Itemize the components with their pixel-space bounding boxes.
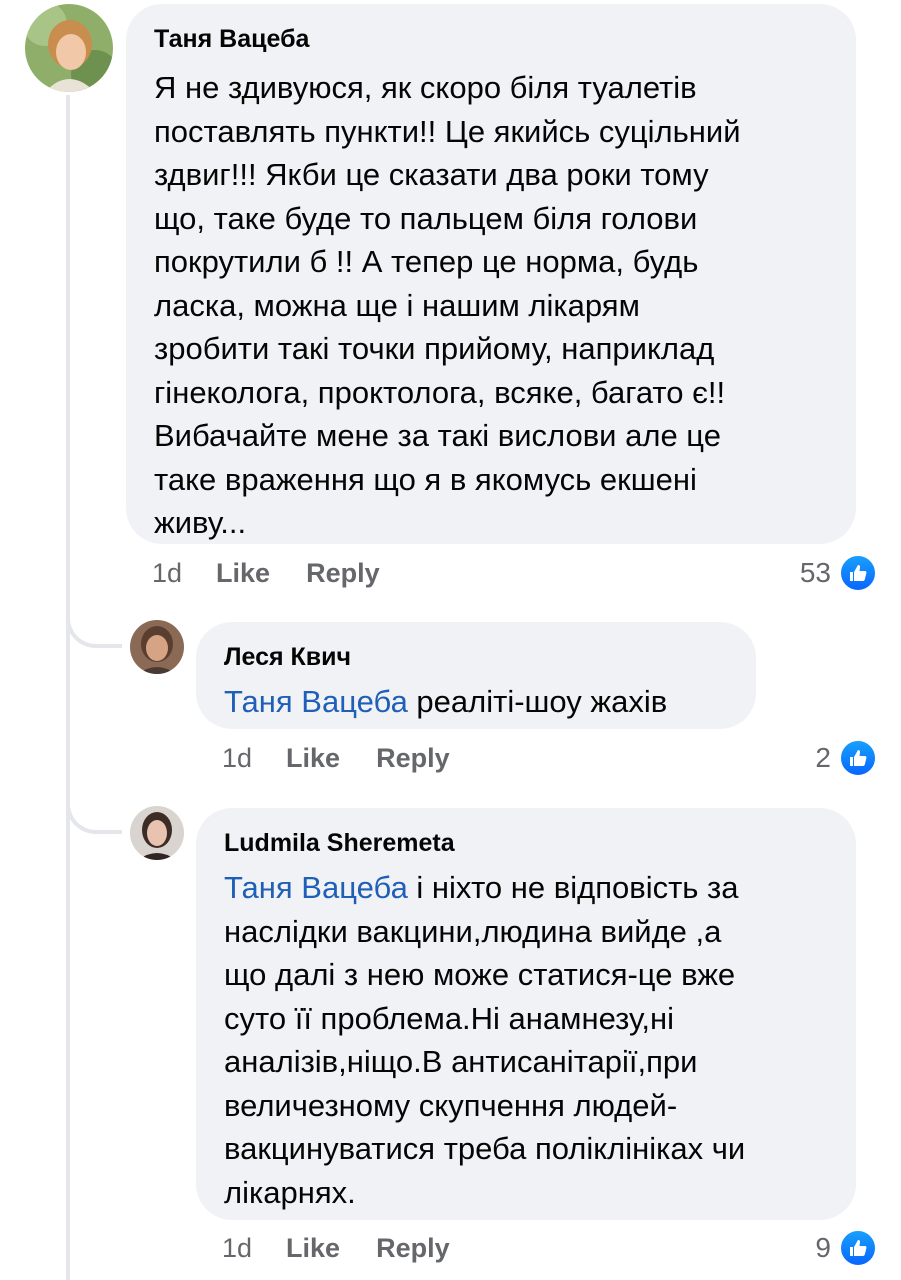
comment-actions: 1d Like Reply [152, 553, 416, 593]
comment-bubble: Леся Квич Таня Вацеба реаліті-шоу жахів [196, 622, 756, 729]
comment-line: ласка, можна ще і нашим лікарям [154, 287, 640, 323]
like-button[interactable]: Like [216, 558, 270, 589]
comment-line: поставлять пункти!! Це якийсь суцільний [154, 113, 741, 149]
reply-button[interactable]: Reply [376, 1233, 450, 1264]
comment-time[interactable]: 1d [222, 1233, 252, 1264]
comment-line: покрутили б !! А тепер це норма, будь [154, 244, 699, 279]
comment-line: величезному скупчення людей- [224, 1087, 678, 1123]
comment-line: Таня Вацеба і ніхто не відповість за [224, 866, 828, 910]
comment-author[interactable]: Ludmila Sheremeta [224, 828, 828, 858]
comment-line: лікарнях. [224, 1174, 356, 1210]
reaction-count-value: 53 [799, 557, 831, 588]
comment-actions: 1d Like Reply [222, 738, 486, 778]
comment-author[interactable]: Леся Квич [224, 642, 728, 672]
comment-line: аналізів,ніщо.В антисанітарії,при [224, 1044, 698, 1079]
comment-line: реаліті-шоу жахів [407, 684, 668, 719]
thread-connector [66, 600, 122, 648]
comment-line: здвиг!!! Якби це сказати два роки тому [154, 157, 709, 192]
comment-text: Таня Вацеба і ніхто не відповість за нас… [224, 866, 828, 1214]
like-button[interactable]: Like [286, 743, 340, 774]
avatar[interactable] [25, 4, 113, 92]
reaction-count[interactable]: 9 [815, 1228, 877, 1268]
reaction-count[interactable]: 2 [815, 738, 877, 778]
avatar[interactable] [130, 806, 184, 860]
comment-bubble: Ludmila Sheremeta Таня Вацеба і ніхто не… [196, 808, 856, 1220]
comment-time[interactable]: 1d [222, 743, 252, 774]
thread-line [66, 95, 70, 1280]
reaction-count[interactable]: 53 [800, 553, 877, 593]
comment-line-text: і ніхто не відповість за [407, 870, 739, 905]
reaction-count-value: 2 [815, 742, 831, 773]
mention-link[interactable]: Таня Вацеба [224, 684, 408, 719]
comment-line: суто її проблема.Ні анамнезу,ні [224, 1000, 675, 1036]
reaction-count-value: 9 [815, 1232, 831, 1263]
thumbs-up-icon [839, 554, 877, 592]
mention-link[interactable]: Таня Вацеба [224, 870, 408, 905]
thumbs-up-icon [839, 1229, 877, 1267]
comment-line: наслідки вакцини,людина вийде ,а [224, 913, 722, 949]
comment-line: Вибачайте мене за такі вислови але це [154, 418, 721, 453]
comment-line: що, таке буде то пальцем біля голови [154, 200, 698, 236]
like-button[interactable]: Like [286, 1233, 340, 1264]
thread-connector [66, 790, 122, 834]
comment-time[interactable]: 1d [152, 558, 182, 589]
comment-author[interactable]: Таня Вацеба [154, 24, 828, 54]
avatar[interactable] [130, 620, 184, 674]
comment-actions: 1d Like Reply [222, 1228, 486, 1268]
thumbs-up-icon [839, 739, 877, 777]
reply-button[interactable]: Reply [306, 558, 380, 589]
comment-line: Я не здивуюся, як скоро біля туалетів [154, 70, 697, 105]
comment-text: Таня Вацеба реаліті-шоу жахів [224, 680, 728, 724]
comment-line: живу... [154, 505, 247, 540]
comment-line: вакцинуватися треба поліклініках чи [224, 1131, 746, 1166]
comment-text: Я не здивуюся, як скоро біля туалетів по… [154, 66, 828, 545]
comment-line: таке враження що я в якомусь екшені [154, 461, 697, 497]
comment-bubble: Таня Вацеба Я не здивуюся, як скоро біля… [126, 4, 856, 544]
comment-line: гінеколога, проктолога, всяке, багато є!… [154, 374, 726, 410]
comment-line: що далі з нею може статися-це вже [224, 957, 736, 992]
comment-line: зробити такі точки прийому, наприклад [154, 331, 715, 366]
reply-button[interactable]: Reply [376, 743, 450, 774]
